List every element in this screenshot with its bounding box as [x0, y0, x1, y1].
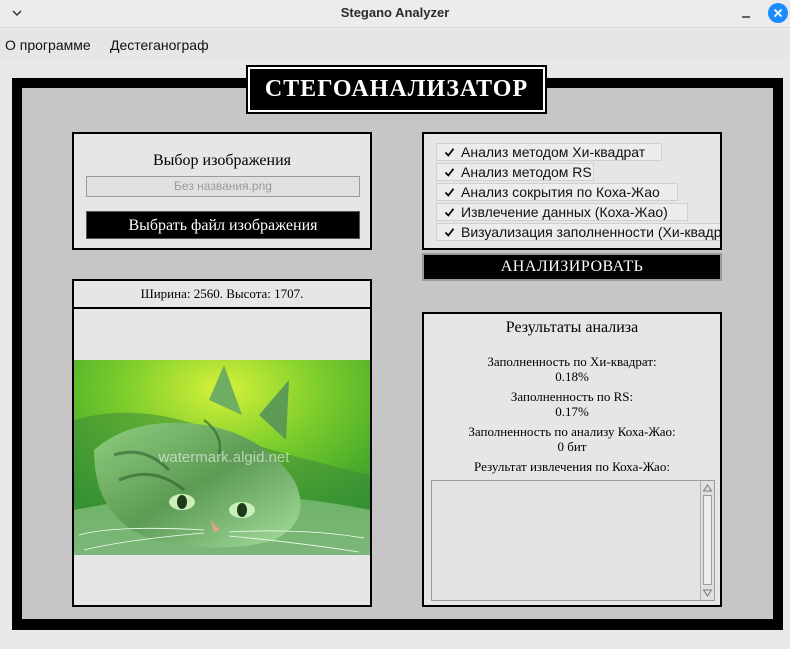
- check-label: Извлечение данных (Коха-Жао): [461, 204, 668, 220]
- window-title: Stegano Analyzer: [340, 5, 450, 20]
- check-label: Анализ сокрытия по Коха-Жао: [461, 184, 660, 200]
- image-select-panel: Выбор изображения Без названия.png Выбра…: [72, 132, 372, 250]
- cat-photo: watermark.algid.net: [74, 360, 370, 555]
- arrow-down-icon[interactable]: [702, 587, 713, 599]
- watermark-text: watermark.algid.net: [158, 449, 291, 466]
- extract-result-textbox[interactable]: [431, 480, 715, 601]
- koch-zhao-label: Заполненность по анализу Коха-Жао:: [468, 424, 676, 439]
- scroll-track[interactable]: [703, 495, 712, 585]
- check-chi-square[interactable]: Анализ методом Хи-квадрат: [436, 143, 662, 161]
- window-titlebar: Stegano Analyzer: [0, 0, 790, 28]
- image-dimensions: Ширина: 2560. Высота: 1707.: [74, 281, 370, 309]
- chi-square-label: Заполненность по Хи-квадрат:: [487, 354, 657, 369]
- check-koch-zhao[interactable]: Анализ сокрытия по Коха-Жао: [436, 183, 678, 201]
- checkmark-icon[interactable]: [444, 167, 455, 178]
- check-visualization[interactable]: Визуализация заполненности (Хи-квадрат): [436, 223, 722, 241]
- check-extract-data[interactable]: Извлечение данных (Коха-Жао): [436, 203, 688, 221]
- extract-result-label: Результат извлечения по Коха-Жао:: [474, 459, 670, 474]
- checkmark-icon[interactable]: [444, 147, 455, 158]
- analyze-button[interactable]: АНАЛИЗИРОВАТЬ: [422, 253, 722, 281]
- minimize-icon[interactable]: [738, 6, 754, 22]
- check-label: Визуализация заполненности (Хи-квадрат): [461, 224, 722, 240]
- results-panel: Результаты анализа Заполненность по Хи-к…: [422, 312, 722, 607]
- checkmark-icon[interactable]: [444, 187, 455, 198]
- menu-item-desteganograph[interactable]: Дестеганограф: [110, 37, 209, 53]
- app-title: СТЕГОАНАЛИЗАТОР: [264, 76, 529, 102]
- menu-item-about[interactable]: О программе: [5, 37, 91, 53]
- check-label: Анализ методом RS: [461, 164, 592, 180]
- koch-zhao-value: 0 бит: [557, 439, 587, 454]
- chi-square-value: 0.18%: [555, 369, 589, 384]
- close-button[interactable]: [768, 3, 788, 23]
- analysis-options-panel: Анализ методом Хи-квадрат Анализ методом…: [422, 132, 722, 250]
- check-rs[interactable]: Анализ методом RS: [436, 163, 594, 181]
- checkmark-icon[interactable]: [444, 227, 455, 238]
- results-title: Результаты анализа: [505, 319, 639, 336]
- filename-field[interactable]: Без названия.png: [86, 176, 360, 197]
- arrow-up-icon[interactable]: [702, 482, 713, 494]
- image-preview-panel: Ширина: 2560. Высота: 1707. watermark.al…: [72, 279, 372, 607]
- app-title-plate: СТЕГОАНАЛИЗАТОР: [246, 65, 547, 114]
- check-label: Анализ методом Хи-квадрат: [461, 144, 646, 160]
- rs-value: 0.17%: [555, 404, 589, 419]
- image-select-header: Выбор изображения: [152, 152, 292, 169]
- checkmark-icon[interactable]: [444, 207, 455, 218]
- menu-bar: О программе Дестеганограф: [0, 30, 790, 60]
- choose-file-button[interactable]: Выбрать файл изображения: [86, 211, 360, 239]
- image-preview: watermark.algid.net: [74, 360, 370, 555]
- vertical-scrollbar[interactable]: [700, 481, 714, 600]
- rs-label: Заполненность по RS:: [510, 389, 634, 404]
- close-icon: [773, 8, 783, 18]
